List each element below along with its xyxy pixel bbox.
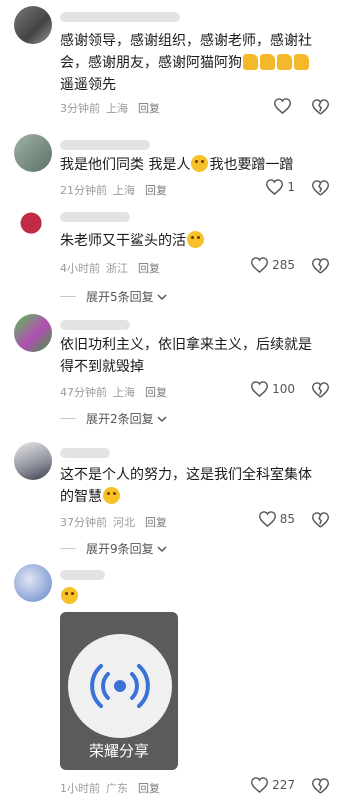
avatar[interactable] [14,206,52,244]
expand-replies-button[interactable]: 展开2条回复 [60,410,167,427]
comment-time: 47分钟前 [60,386,107,399]
comment-location: 河北 [113,516,135,529]
heart-outline-icon [251,777,269,793]
comment-meta: 37分钟前 河北 回复 [60,514,173,530]
like-button[interactable]: 85 [258,511,295,527]
comment-text: 这不是个人的努力，这是我们全科室集体 的智慧 [60,467,312,505]
heart-outline-icon [251,381,269,397]
chevron-down-icon [157,293,167,300]
like-button[interactable]: 227 [251,777,295,793]
expand-replies-label: 展开2条回复 [86,412,154,426]
expand-replies-button[interactable]: 展开5条回复 [60,288,167,305]
comment-text: 感谢领导，感谢组织，感谢老师，感谢社 会，感谢朋友，感谢阿猫阿狗 遥遥领先 [60,33,312,93]
thumbs-up-emoji-icon [260,54,275,70]
username[interactable] [60,320,130,330]
comment-meta: 21分钟前 上海 回复 [60,182,173,198]
like-count: 85 [279,512,295,526]
avatar[interactable] [14,134,52,172]
heart-outline-icon [258,511,276,527]
crying-laughing-emoji-icon [61,587,78,604]
avatar[interactable] [14,314,52,352]
heart-outline-icon [251,257,269,273]
like-count: 1 [287,180,295,194]
broken-heart-icon[interactable] [312,99,329,115]
comment-text: 依旧功利主义，依旧拿来主义，后续就是 得不到就毁掉 [60,337,312,375]
like-count: 285 [272,258,295,272]
comment-time: 4小时前 [60,262,100,275]
reply-button[interactable]: 回复 [138,100,160,116]
comment-location: 上海 [113,184,135,197]
like-button[interactable]: 285 [251,257,295,273]
username[interactable] [60,12,180,22]
username[interactable] [60,448,110,458]
comment-meta: 1小时前 广东 回复 [60,780,166,796]
heart-outline-icon [266,179,284,195]
username[interactable] [60,140,150,150]
comment-time: 21分钟前 [60,184,107,197]
laughing-emoji-icon [191,155,209,172]
comment-text: 朱老师又干鲨头的活 [60,230,330,252]
share-circle [68,634,172,738]
username[interactable] [60,212,130,222]
avatar[interactable] [14,442,52,480]
expand-replies-label: 展开5条回复 [86,290,154,304]
comment-text: 我是他们同类 我是人 我也要蹭一蹭 [60,155,294,173]
wireless-share-icon [90,664,150,708]
comment-time: 1小时前 [60,782,100,795]
broken-heart-icon[interactable] [312,382,329,398]
avatar[interactable] [14,6,52,44]
reply-button[interactable]: 回复 [138,780,160,796]
broken-heart-icon[interactable] [312,778,329,794]
comment-meta: 4小时前 浙江 回复 [60,260,166,276]
reply-button[interactable]: 回复 [145,514,167,530]
grinning-emoji-icon [187,231,204,248]
broken-heart-icon[interactable] [312,258,329,274]
avatar[interactable] [14,564,52,602]
crying-laughing-emoji-icon [103,487,120,504]
reply-button[interactable]: 回复 [138,260,160,276]
thumbs-up-emoji-icon [277,54,292,70]
broken-heart-icon[interactable] [312,512,329,528]
heart-outline-icon [274,98,291,114]
like-button[interactable]: 1 [266,179,295,195]
like-count: 227 [272,778,295,792]
comment-meta: 47分钟前 上海 回复 [60,384,173,400]
reply-button[interactable]: 回复 [145,384,167,400]
expand-replies-button[interactable]: 展开9条回复 [60,540,167,557]
comment-time: 3分钟前 [60,102,100,115]
comment-text [60,586,330,608]
comment-time: 37分钟前 [60,516,107,529]
comment-location: 浙江 [106,262,128,275]
expand-replies-label: 展开9条回复 [86,542,154,556]
divider [60,296,76,297]
comment-image-card[interactable]: 荣耀分享 [60,612,178,770]
chevron-down-icon [157,415,167,422]
like-count: 100 [272,382,295,396]
comment-location: 广东 [106,782,128,795]
broken-heart-icon[interactable] [312,180,329,196]
like-button[interactable] [274,98,295,114]
like-button[interactable]: 100 [251,381,295,397]
divider [60,418,76,419]
share-card-label: 荣耀分享 [88,742,149,760]
comment-location: 上海 [106,102,128,115]
username[interactable] [60,570,105,580]
reply-button[interactable]: 回复 [145,182,167,198]
thumbs-up-emoji-icon [243,54,258,70]
comment-meta: 3分钟前 上海 回复 [60,100,166,116]
comment-location: 上海 [113,386,135,399]
divider [60,548,76,549]
thumbs-up-emoji-icon [294,54,309,70]
chevron-down-icon [157,545,167,552]
